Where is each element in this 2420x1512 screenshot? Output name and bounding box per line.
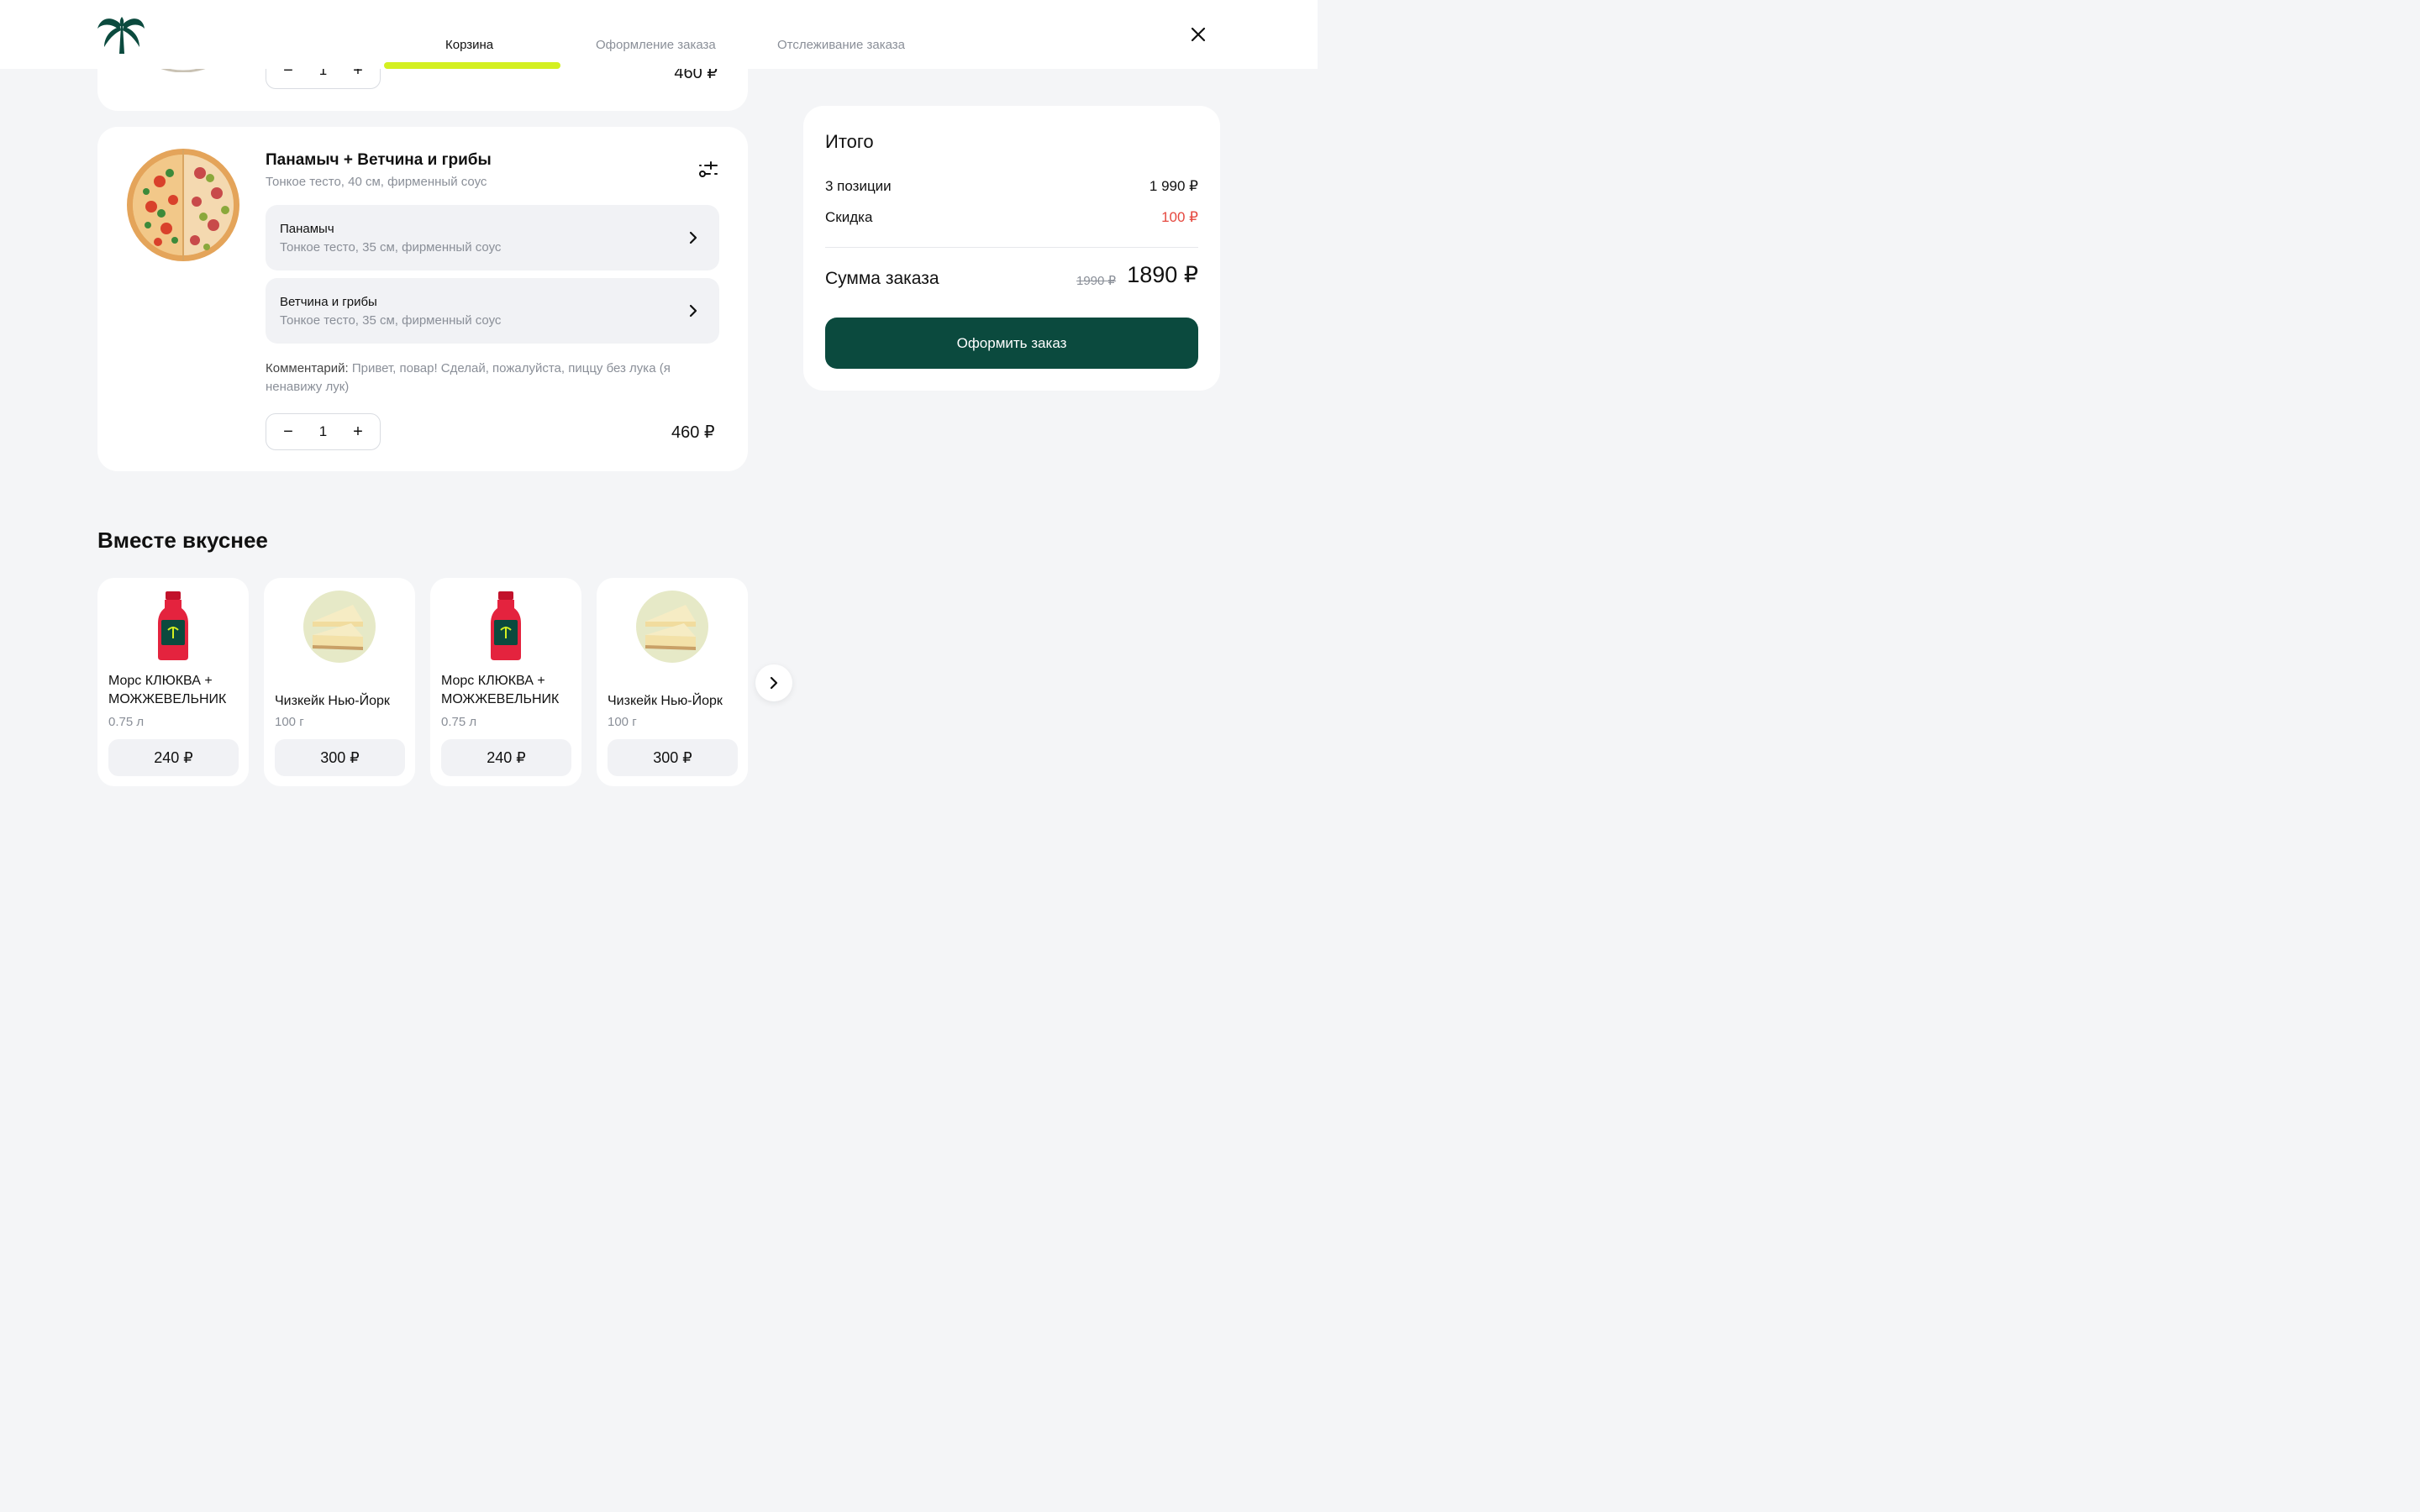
pizza-image (127, 149, 239, 261)
discount-value: 100 ₽ (1161, 209, 1198, 225)
product-weight: 0.75 л (441, 715, 477, 729)
product-card[interactable]: Морс КЛЮКВА + МОЖЖЕВЕЛЬНИК 0.75 л 240 ₽ (430, 578, 581, 786)
chevron-right-icon (770, 676, 778, 690)
product-name: Чизкейк Нью-Йорк (608, 694, 723, 708)
cheesecake-icon (636, 591, 708, 663)
summary-divider (825, 247, 1198, 248)
active-tab-indicator (384, 62, 560, 69)
quantity-value: 1 (318, 423, 328, 439)
tab-tracking[interactable]: Отслеживание заказа (777, 38, 905, 52)
product-card[interactable]: Чизкейк Нью-Йорк 100 г 300 ₽ (264, 578, 415, 786)
item-subtitle: Тонкое тесто, 40 см, фирменный соус (266, 175, 487, 189)
recommendations-title: Вместе вкуснее (97, 528, 268, 553)
items-subtotal: 1 990 ₽ (1149, 178, 1198, 194)
product-name: Морс КЛЮКВА + МОЖЖЕВЕЛЬНИК (108, 674, 227, 706)
checkout-button[interactable]: Оформить заказ (825, 318, 1198, 369)
chevron-right-icon (689, 231, 697, 244)
summary-title: Итого (825, 131, 874, 152)
quantity-stepper: − 1 + (266, 413, 381, 450)
settings-sliders-icon[interactable] (697, 160, 720, 180)
item-comment: Комментарий: Привет, повар! Сделай, пожа… (266, 360, 719, 396)
half-description: Тонкое тесто, 35 см, фирменный соус (280, 313, 502, 328)
product-name: Чизкейк Нью-Йорк (275, 694, 390, 708)
order-total: 1890 ₽ (1127, 262, 1198, 287)
item-title: Панамыч + Ветчина и грибы (266, 151, 492, 169)
product-card[interactable]: Морс КЛЮКВА + МОЖЖЕВЕЛЬНИК 0.75 л 240 ₽ (97, 578, 249, 786)
product-weight: 100 г (275, 715, 304, 729)
chevron-right-icon (689, 304, 697, 318)
items-count-label: 3 позиции (825, 178, 892, 194)
add-to-cart-button[interactable]: 240 ₽ (441, 739, 571, 776)
tab-cart[interactable]: Корзина (445, 38, 493, 52)
decrease-button[interactable]: − (273, 417, 303, 447)
total-label: Сумма заказа (825, 269, 939, 288)
old-total: 1990 ₽ (1076, 274, 1117, 288)
product-weight: 0.75 л (108, 715, 145, 729)
add-to-cart-button[interactable]: 300 ₽ (275, 739, 405, 776)
bottle-icon (158, 591, 188, 660)
product-card[interactable]: Чизкейк Нью-Йорк 100 г 300 ₽ (597, 578, 748, 786)
item-price: 460 ₽ (671, 423, 715, 442)
carousel-next-button[interactable] (755, 664, 792, 701)
product-weight: 100 г (608, 715, 637, 729)
product-name: Морс КЛЮКВА + МОЖЖЕВЕЛЬНИК (441, 674, 560, 706)
close-icon[interactable] (1186, 23, 1210, 46)
tab-checkout[interactable]: Оформление заказа (596, 38, 716, 52)
add-to-cart-button[interactable]: 300 ₽ (608, 739, 738, 776)
palm-logo-icon[interactable] (96, 13, 146, 55)
bottle-icon (491, 591, 521, 660)
discount-label: Скидка (825, 209, 873, 225)
half-description: Тонкое тесто, 35 см, фирменный соус (280, 240, 502, 255)
add-to-cart-button[interactable]: 240 ₽ (108, 739, 239, 776)
comment-label: Комментарий: (266, 361, 349, 375)
pizza-half-2[interactable]: Ветчина и грибы Тонкое тесто, 35 см, фир… (266, 278, 719, 344)
order-summary: Итого 3 позиции 1 990 ₽ Скидка 100 ₽ Сум… (803, 106, 1220, 391)
pizza-half-1[interactable]: Панамыч Тонкое тесто, 35 см, фирменный с… (266, 205, 719, 270)
increase-button[interactable]: + (343, 417, 373, 447)
cheesecake-icon (303, 591, 376, 663)
header: Корзина Оформление заказа Отслеживание з… (0, 0, 1318, 69)
half-name: Панамыч (280, 222, 334, 236)
half-name: Ветчина и грибы (280, 295, 377, 309)
